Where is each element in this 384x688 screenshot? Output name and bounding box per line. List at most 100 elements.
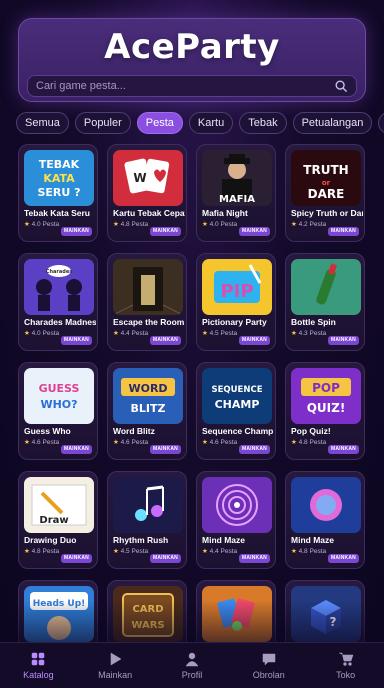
game-rating: 4.6 bbox=[31, 439, 41, 446]
category-chip-populer[interactable]: Populer bbox=[74, 112, 131, 134]
category-chip-tebak[interactable]: Tebak bbox=[239, 112, 287, 134]
nav-item-profil[interactable]: Profil bbox=[154, 643, 231, 688]
star-icon: ★ bbox=[202, 330, 210, 337]
svg-text:SERU ?: SERU ? bbox=[37, 186, 80, 199]
play-badge[interactable]: MAINKAN bbox=[149, 227, 181, 236]
game-card[interactable]: Bottle Spin ★ 4.3 Pesta MAINKAN bbox=[285, 253, 365, 351]
play-badge[interactable]: MAINKAN bbox=[238, 445, 270, 454]
game-rating: 4.8 bbox=[120, 221, 130, 228]
game-title: Tebak Kata Seru bbox=[24, 208, 90, 218]
game-tag: Pesta bbox=[131, 548, 149, 555]
game-card[interactable]: Charades Charades Madness ★ 4.0 Pesta MAINK… bbox=[18, 253, 98, 351]
game-card[interactable]: SEQUENCE CHAMP Sequence Champ ★ 4.6 Pesta MA… bbox=[196, 362, 276, 460]
game-card[interactable]: Mind Maze ★ 4.8 Pesta MAINKAN bbox=[285, 471, 365, 569]
game-meta: ★ 4.6 Pesta bbox=[24, 438, 59, 446]
game-thumbnail[interactable]: Draw bbox=[24, 477, 94, 533]
grid-icon bbox=[32, 652, 45, 666]
play-badge[interactable]: MAINKAN bbox=[60, 227, 92, 236]
game-thumbnail[interactable] bbox=[291, 259, 361, 315]
game-tag: Pesta bbox=[309, 548, 327, 555]
game-tag: Pesta bbox=[131, 330, 149, 337]
play-badge[interactable]: MAINKAN bbox=[327, 445, 359, 454]
game-title: Spicy Truth or Dare bbox=[291, 208, 363, 218]
play-badge[interactable]: MAINKAN bbox=[238, 336, 270, 345]
svg-text:BLITZ: BLITZ bbox=[131, 402, 166, 415]
star-icon: ★ bbox=[24, 439, 32, 446]
nav-label: Mainkan bbox=[98, 670, 133, 680]
svg-text:or: or bbox=[322, 179, 331, 187]
svg-text:Draw: Draw bbox=[39, 515, 68, 526]
play-badge[interactable]: MAINKAN bbox=[238, 554, 270, 563]
game-thumbnail[interactable] bbox=[291, 477, 361, 533]
play-badge[interactable]: MAINKAN bbox=[60, 554, 92, 563]
play-badge[interactable]: MAINKAN bbox=[149, 445, 181, 454]
cart-icon bbox=[338, 652, 353, 666]
game-card[interactable]: W Kartu Tebak Cepat ★ 4.8 Pesta MAINKAN bbox=[107, 144, 187, 242]
game-card[interactable]: MAFIA Mafia Night ★ 4.0 Pesta MAINKAN bbox=[196, 144, 276, 242]
bottom-nav: Katalog Mainkan Profil Obrolan Toko bbox=[0, 642, 384, 688]
game-meta: ★ 4.0 Pesta bbox=[24, 220, 59, 228]
game-rating: 4.5 bbox=[209, 330, 219, 337]
game-thumbnail[interactable] bbox=[113, 477, 183, 533]
game-rating: 4.4 bbox=[209, 548, 219, 555]
play-badge[interactable]: MAINKAN bbox=[60, 445, 92, 454]
star-icon: ★ bbox=[113, 548, 121, 555]
game-thumbnail[interactable]: POP QUIZ! bbox=[291, 368, 361, 424]
play-badge[interactable]: MAINKAN bbox=[327, 336, 359, 345]
game-thumbnail[interactable]: TRUTH or DARE bbox=[291, 150, 361, 206]
game-thumbnail[interactable]: SEQUENCE CHAMP bbox=[202, 368, 272, 424]
game-card[interactable]: TEBAK KATA SERU ? Tebak Kata Seru ★ 4.0 Pest… bbox=[18, 144, 98, 242]
search-icon[interactable] bbox=[334, 79, 348, 93]
game-tag: Pesta bbox=[220, 548, 238, 555]
game-rating: 4.4 bbox=[120, 330, 130, 337]
play-badge[interactable]: MAINKAN bbox=[60, 336, 92, 345]
game-meta: ★ 4.6 Pesta bbox=[113, 438, 148, 446]
game-card[interactable]: WORD BLITZ Word Blitz ★ 4.6 Pesta MAINKAN bbox=[107, 362, 187, 460]
game-tag: Pesta bbox=[131, 221, 149, 228]
search-bar[interactable] bbox=[27, 75, 357, 97]
category-chip-semua[interactable]: Semua bbox=[16, 112, 69, 134]
play-badge[interactable]: MAINKAN bbox=[149, 554, 181, 563]
nav-item-obrolan[interactable]: Obrolan bbox=[230, 643, 307, 688]
svg-text:TEBAK: TEBAK bbox=[39, 158, 80, 171]
game-thumbnail[interactable]: TEBAK KATA SERU ? bbox=[24, 150, 94, 206]
game-card[interactable]: Rhythm Rush ★ 4.5 Pesta MAINKAN bbox=[107, 471, 187, 569]
play-badge[interactable]: MAINKAN bbox=[238, 227, 270, 236]
nav-label: Katalog bbox=[23, 670, 54, 680]
game-card[interactable]: Mind Maze ★ 4.4 Pesta MAINKAN bbox=[196, 471, 276, 569]
game-thumbnail[interactable]: PIP bbox=[202, 259, 272, 315]
nav-item-mainkan[interactable]: Mainkan bbox=[77, 643, 154, 688]
play-badge[interactable]: MAINKAN bbox=[327, 554, 359, 563]
game-thumbnail[interactable]: GUESS WHO? bbox=[24, 368, 94, 424]
game-thumbnail[interactable]: WORD BLITZ bbox=[113, 368, 183, 424]
star-icon: ★ bbox=[202, 439, 210, 446]
category-chip-kartu[interactable]: Kartu bbox=[188, 112, 234, 134]
nav-label: Profil bbox=[181, 670, 203, 680]
game-rating: 4.6 bbox=[120, 439, 130, 446]
svg-text:Charades: Charades bbox=[46, 269, 72, 275]
game-tag: Pesta bbox=[220, 221, 238, 228]
game-card[interactable]: Escape the Room ★ 4.4 Pesta MAINKAN bbox=[107, 253, 187, 351]
star-icon: ★ bbox=[291, 548, 299, 555]
game-card[interactable]: Draw Drawing Duo ★ 4.8 Pesta MAINKAN bbox=[18, 471, 98, 569]
game-card[interactable]: TRUTH or DARE Spicy Truth or Dare ★ 4.2 Pest… bbox=[285, 144, 365, 242]
game-thumbnail[interactable]: W bbox=[113, 150, 183, 206]
chat-icon bbox=[262, 653, 276, 666]
game-rating: 4.8 bbox=[31, 548, 41, 555]
category-chip-klasik[interactable]: Klasik bbox=[378, 112, 384, 134]
game-thumbnail[interactable] bbox=[202, 477, 272, 533]
svg-text:DARE: DARE bbox=[308, 187, 345, 201]
game-card[interactable]: POP QUIZ! Pop Quiz! ★ 4.8 Pesta MAINKAN bbox=[285, 362, 365, 460]
nav-item-katalog[interactable]: Katalog bbox=[0, 643, 77, 688]
game-card[interactable]: GUESS WHO? Guess Who ★ 4.6 Pesta MAINKAN bbox=[18, 362, 98, 460]
game-card[interactable]: PIP Pictionary Party ★ 4.5 Pesta MAINKAN bbox=[196, 253, 276, 351]
search-input[interactable] bbox=[36, 80, 334, 92]
game-thumbnail[interactable] bbox=[113, 259, 183, 315]
nav-item-toko[interactable]: Toko bbox=[307, 643, 384, 688]
category-chip-pesta[interactable]: Pesta bbox=[136, 112, 183, 134]
game-thumbnail[interactable]: Charades bbox=[24, 259, 94, 315]
play-badge[interactable]: MAINKAN bbox=[149, 336, 181, 345]
game-thumbnail[interactable]: MAFIA bbox=[202, 150, 272, 206]
play-badge[interactable]: MAINKAN bbox=[327, 227, 359, 236]
category-chip-petualangan[interactable]: Petualangan bbox=[292, 112, 373, 134]
